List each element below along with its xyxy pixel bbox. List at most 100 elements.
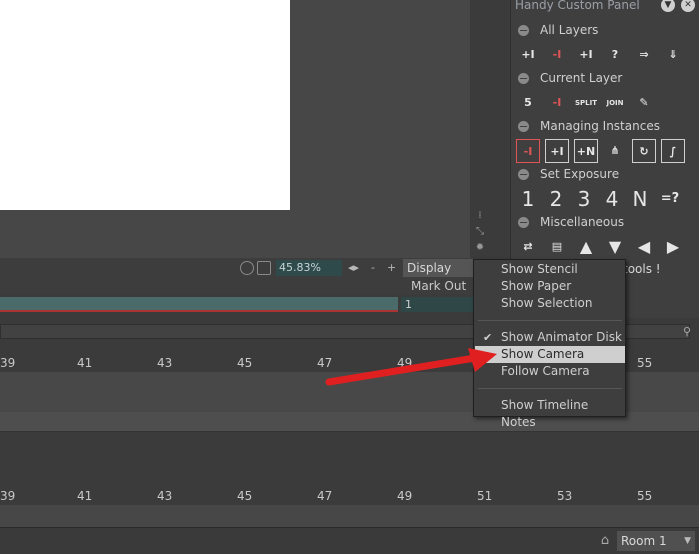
menu-item-show-timeline-notes[interactable]: Show Timeline Notes [475,397,625,429]
menu-item-label: Show Camera [501,347,585,361]
join-icon[interactable]: JOIN [603,91,627,115]
swap-icon[interactable]: ⇄ [516,235,540,259]
menu-item-show-selection[interactable]: Show Selection [475,295,625,312]
nav-arrows-icon[interactable]: ◂▸ [348,260,359,276]
frame-slider[interactable] [0,297,398,312]
zoom-in-button[interactable]: + [387,260,396,276]
ruler-label: 47 [317,356,333,370]
arrow-up-icon[interactable]: ▲ [574,235,598,259]
close-icon[interactable]: ✕ [681,0,695,12]
refresh-icon[interactable]: ↻ [632,139,656,163]
pin-icon[interactable]: ⚲ [683,326,693,338]
ruler-label: 43 [157,356,173,370]
menu-item-show-paper[interactable]: Show Paper [475,278,625,295]
tree-icon[interactable]: ⋔ [603,139,627,163]
panel-title: Handy Custom Panel [515,0,640,12]
insert-frame-all-icon[interactable]: +I [574,43,598,67]
ruler-label: 53 [557,489,573,503]
timeline-ruler-bottom: 39 41 43 45 47 49 51 53 55 [0,487,699,505]
step-icon[interactable]: 5 [516,91,540,115]
section-label: Set Exposure [540,167,620,181]
section-miscellaneous[interactable]: Miscellaneous [511,214,699,230]
ruler-label: 55 [637,356,653,370]
mark-out-label: Mark Out [411,279,467,293]
collapse-icon[interactable] [518,217,529,228]
remove-all-icon[interactable]: -I [545,43,569,67]
section-managing-instances[interactable]: Managing Instances [511,118,699,134]
display-dropdown[interactable]: Display [403,259,478,277]
arrow-left-icon[interactable]: ◀ [632,235,656,259]
ruler-label: 41 [77,489,93,503]
split-icon[interactable]: SPLIT [574,91,598,115]
query-all-icon[interactable]: ? [603,43,627,67]
add-instance-icon[interactable]: +I [545,139,569,163]
hand-tool-icon[interactable]: ⁞ [474,210,486,222]
menu-item-show-animator-disk[interactable]: ✔ Show Animator Disk [475,329,625,346]
section-all-layers[interactable]: All Layers [511,22,699,38]
mark-out-field[interactable]: 1 [401,297,480,312]
zoom-reset-icon[interactable] [240,261,254,275]
ruler-label: 51 [477,489,493,503]
shift-down-icon[interactable]: ⇓ [661,43,685,67]
pen-icon[interactable]: ✎ [632,91,656,115]
menu-item-label: Show Selection [501,296,593,310]
timeline-empty-area[interactable] [0,432,699,488]
exposure-2-button[interactable]: 2 [544,187,568,211]
remove-frame-icon[interactable]: -I [545,91,569,115]
room-label: Room 1 [621,534,667,548]
menu-separator [478,320,622,321]
menu-item-label: Show Animator Disk [501,330,622,344]
frame-row: 1 [0,294,480,316]
ruler-label: 43 [157,489,173,503]
menu-item-show-stencil[interactable]: Show Stencil [475,261,625,278]
collapse-icon[interactable] [518,169,529,180]
menu-item-show-camera[interactable]: Show Camera [475,346,625,363]
arrow-down-icon[interactable]: ▼ [603,235,627,259]
viewer-side-tools: ⁞ ⤡ ✹ [472,210,488,258]
canvas-paper[interactable] [0,0,290,210]
display-context-menu: Show Stencil Show Paper Show Selection ✔… [473,259,626,429]
room-dropdown[interactable]: Room 1 ▼ [617,531,695,551]
save-icon[interactable]: ▤ [545,235,569,259]
menu-item-label: Show Timeline Notes [501,398,589,429]
ruler-label: 39 [0,356,16,370]
status-bar: ⌂ Room 1 ▼ [0,527,699,554]
exposure-1-button[interactable]: 1 [516,187,540,211]
zoom-out-button[interactable]: - [371,260,375,276]
section-label: Managing Instances [540,119,660,133]
menu-separator [478,388,622,389]
timeline-scrollbar[interactable] [0,505,699,527]
exposure-n-button[interactable]: N [628,187,652,211]
section-label: Current Layer [540,71,623,85]
new-instance-icon[interactable]: +N [574,139,598,163]
collapse-icon[interactable] [518,121,529,132]
viewer-area[interactable] [0,0,470,258]
chevron-down-icon[interactable]: ▼ [661,0,675,12]
section-current-layer[interactable]: Current Layer [511,70,699,86]
menu-item-follow-camera[interactable]: Follow Camera [475,363,625,380]
center-view-icon[interactable] [257,261,271,275]
collapse-icon[interactable] [518,73,529,84]
exposure-3-button[interactable]: 3 [572,187,596,211]
section-set-exposure[interactable]: Set Exposure [511,166,699,182]
remove-instance-icon[interactable]: -I [516,139,540,163]
zoom-toolbar: 45.83% ◂▸ - + Display [0,258,480,278]
exposure-query-button[interactable]: =? [658,187,682,211]
shift-right-icon[interactable]: ⇒ [632,43,656,67]
arrow-right-icon[interactable]: ▶ [661,235,685,259]
ruler-label: 45 [237,489,253,503]
ruler-label: 55 [637,489,653,503]
collapse-icon[interactable] [518,25,529,36]
sign-icon[interactable]: ∫ [661,139,685,163]
home-icon[interactable]: ⌂ [596,532,614,550]
ruler-label: 47 [317,489,333,503]
exposure-4-button[interactable]: 4 [600,187,624,211]
resize-icon[interactable]: ⤡ [474,226,486,238]
section-label: All Layers [540,23,599,37]
ruler-label: 41 [77,356,93,370]
ruler-label: 49 [397,356,413,370]
zoom-field[interactable]: 45.83% [276,260,342,276]
insert-all-icon[interactable]: +I [516,43,540,67]
menu-item-label: Follow Camera [501,364,590,378]
gear-icon[interactable]: ✹ [474,242,486,254]
